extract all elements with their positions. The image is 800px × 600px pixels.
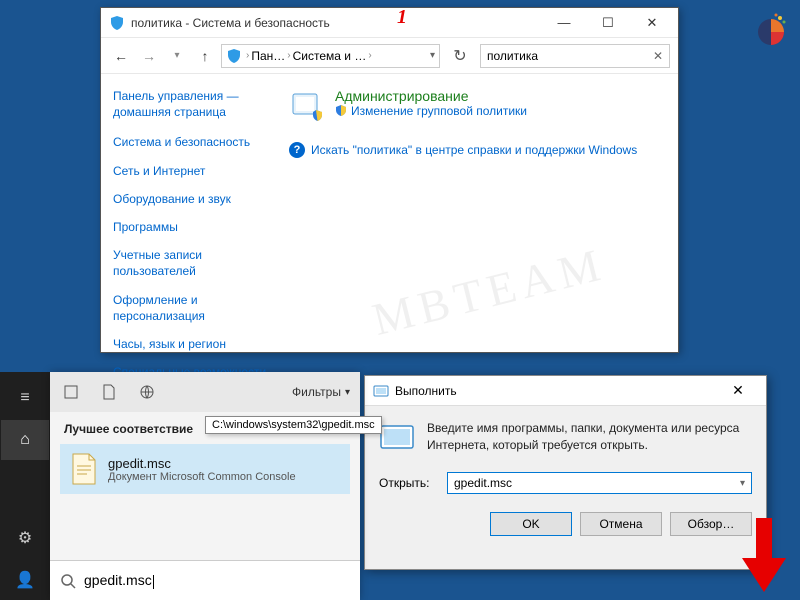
admin-heading[interactable]: Администрирование: [335, 88, 527, 104]
start-rail: ≡ ⌂ ⚙ 👤: [0, 372, 50, 600]
breadcrumb-item[interactable]: Пан…: [251, 49, 285, 63]
address-bar[interactable]: › Пан… › Система и … › ▾: [221, 44, 440, 68]
settings-button[interactable]: ⚙: [1, 518, 49, 558]
admin-tools-icon: [289, 88, 325, 124]
site-logo: [752, 10, 790, 48]
breadcrumb-item[interactable]: Система и …: [293, 49, 367, 63]
filters-dropdown[interactable]: Фильтры ▾: [292, 385, 350, 399]
content-pane: Администрирование Изменение групповой по…: [279, 74, 678, 352]
minimize-button[interactable]: —: [542, 9, 586, 37]
sidebar-item[interactable]: Оборудование и звук: [113, 191, 267, 207]
forward-button[interactable]: →: [137, 44, 161, 68]
search-value: политика: [487, 49, 538, 63]
start-search-panel: Фильтры ▾ Лучшее соответствие gpedit.msc…: [50, 372, 360, 600]
search-result-item[interactable]: gpedit.msc Документ Microsoft Common Con…: [60, 444, 350, 494]
sidebar-item[interactable]: Часы, язык и регион: [113, 336, 267, 352]
ok-button[interactable]: OK: [490, 512, 572, 536]
sidebar-item[interactable]: Сеть и Интернет: [113, 163, 267, 179]
cancel-button[interactable]: Отмена: [580, 512, 662, 536]
open-label: Открыть:: [379, 476, 439, 490]
sidebar-item[interactable]: Учетные записи пользователей: [113, 247, 267, 279]
titlebar: Выполнить ✕: [365, 376, 766, 406]
chevron-down-icon[interactable]: ▾: [430, 50, 435, 61]
result-subtitle: Документ Microsoft Common Console: [108, 471, 296, 483]
up-button[interactable]: ↑: [193, 44, 217, 68]
search-input[interactable]: gpedit.msc: [84, 572, 154, 588]
path-tooltip: C:\windows\system32\gpedit.msc: [205, 416, 382, 434]
control-panel-window: политика - Система и безопасность — ☐ ✕ …: [100, 7, 679, 353]
run-icon: [379, 420, 415, 456]
dialog-title: Выполнить: [395, 384, 718, 398]
chevron-right-icon: ›: [246, 50, 249, 61]
sidebar-item[interactable]: Система и безопасность: [113, 134, 267, 150]
document-icon: [70, 452, 98, 486]
maximize-button[interactable]: ☐: [586, 9, 630, 37]
search-input[interactable]: политика ✕: [480, 44, 670, 68]
question-icon: ?: [289, 142, 305, 158]
window-title: политика - Система и безопасность: [131, 16, 542, 30]
search-icon: [60, 573, 76, 589]
history-dropdown[interactable]: ▾: [165, 44, 189, 68]
menu-button[interactable]: ≡: [1, 378, 49, 418]
open-combobox[interactable]: gpedit.msc ▾: [447, 472, 752, 494]
nav-toolbar: ← → ▾ ↑ › Пан… › Система и … › ▾ ↻ полит…: [101, 38, 678, 74]
sidebar: Панель управления — домашняя страница Си…: [101, 74, 279, 352]
shield-icon: [226, 48, 242, 64]
shield-icon: [109, 15, 125, 31]
sidebar-item[interactable]: Программы: [113, 219, 267, 235]
chevron-down-icon[interactable]: ▾: [740, 478, 745, 489]
chevron-right-icon: ›: [287, 50, 290, 61]
open-value: gpedit.msc: [454, 476, 512, 490]
group-policy-link[interactable]: Изменение групповой политики: [335, 104, 527, 118]
close-button[interactable]: ✕: [718, 382, 758, 399]
search-input-row: gpedit.msc: [50, 560, 360, 600]
sidebar-item[interactable]: Оформление и персонализация: [113, 292, 267, 324]
titlebar: политика - Система и безопасность — ☐ ✕: [101, 8, 678, 38]
sidebar-home-link[interactable]: Панель управления — домашняя страница: [113, 88, 267, 120]
documents-tab[interactable]: [98, 381, 120, 403]
result-title: gpedit.msc: [108, 456, 296, 471]
user-button[interactable]: 👤: [1, 560, 49, 600]
dialog-description: Введите имя программы, папки, документа …: [427, 420, 752, 456]
run-icon: [373, 383, 389, 399]
run-dialog: Выполнить ✕ Введите имя программы, папки…: [364, 375, 767, 570]
search-tabs: Фильтры ▾: [50, 372, 360, 412]
web-tab[interactable]: [136, 381, 158, 403]
home-button[interactable]: ⌂: [1, 420, 49, 460]
chevron-down-icon: ▾: [345, 387, 350, 398]
refresh-button[interactable]: ↻: [448, 44, 472, 68]
help-search-link[interactable]: ? Искать "политика" в центре справки и п…: [289, 142, 668, 158]
annotation-1: 1: [397, 6, 407, 29]
clear-search-button[interactable]: ✕: [653, 49, 663, 63]
chevron-right-icon: ›: [368, 50, 371, 61]
close-button[interactable]: ✕: [630, 9, 674, 37]
back-button[interactable]: ←: [109, 44, 133, 68]
shield-icon: [335, 105, 347, 117]
apps-tab[interactable]: [60, 381, 82, 403]
red-arrow-annotation: [734, 514, 794, 594]
